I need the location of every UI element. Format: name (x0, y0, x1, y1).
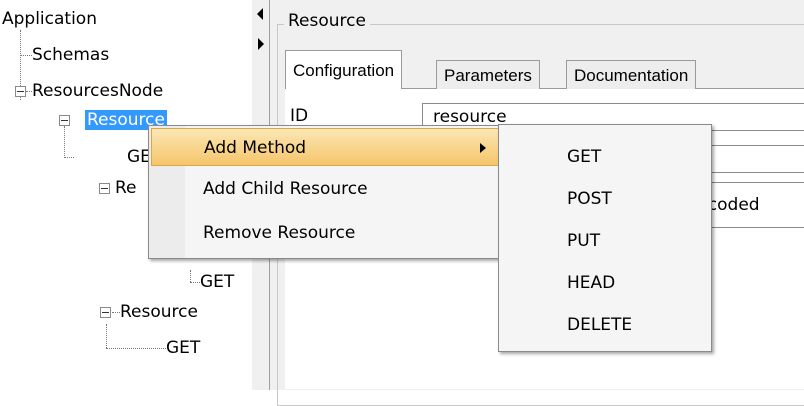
tree-node-resources[interactable]: ResourcesNode (32, 81, 163, 101)
expand-right-icon[interactable] (258, 38, 264, 50)
tree-node-schemas[interactable]: Schemas (32, 45, 109, 65)
menu-item-add-child-resource[interactable]: Add Child Resource (151, 170, 505, 208)
menu-item-label: Add Child Resource (203, 179, 368, 199)
collapse-icon[interactable] (100, 307, 111, 318)
id-value: resource (433, 107, 507, 127)
tree-connector (106, 324, 107, 348)
tree-connector (190, 270, 191, 282)
collapse-icon[interactable] (99, 183, 110, 194)
submenu-item-put[interactable]: PUT (567, 231, 600, 251)
menu-item-add-method[interactable]: Add Method (151, 128, 505, 166)
tree-connector (64, 157, 74, 158)
submenu-item-post[interactable]: POST (567, 189, 612, 209)
tree-node-application[interactable]: Application (2, 9, 97, 29)
submenu-arrow-icon (480, 143, 486, 153)
menu-item-label: Remove Resource (203, 223, 356, 243)
tree-node-resource-child[interactable]: Re (115, 178, 137, 198)
submenu-item-delete[interactable]: DELETE (567, 315, 632, 335)
menu-item-label: Add Method (204, 138, 307, 158)
collapse-icon[interactable] (59, 115, 70, 126)
submenu-item-get[interactable]: GET (567, 147, 601, 167)
context-menu: Add Method Add Child Resource Remove Res… (148, 125, 508, 259)
collapse-left-icon[interactable] (257, 8, 263, 20)
tree-connector (106, 348, 166, 349)
tree-node-get[interactable]: GET (166, 338, 200, 358)
id-label: ID (290, 106, 309, 126)
method-submenu: GET POST PUT HEAD DELETE (498, 124, 712, 352)
submenu-item-head[interactable]: HEAD (567, 273, 615, 293)
tree-connector (64, 126, 65, 158)
menu-item-remove-resource[interactable]: Remove Resource (151, 214, 505, 252)
collapse-icon[interactable] (15, 86, 26, 97)
tree-connector (190, 282, 200, 283)
tree-connector (20, 55, 32, 56)
tree-node-resource[interactable]: Resource (120, 302, 198, 322)
tab-parameters[interactable]: Parameters (436, 60, 540, 89)
tab-configuration[interactable]: Configuration (285, 50, 403, 89)
groupbox-title: Resource (284, 11, 370, 31)
tree-connector (112, 312, 120, 313)
tab-documentation[interactable]: Documentation (566, 60, 697, 89)
tree-node-get[interactable]: GET (200, 272, 234, 292)
